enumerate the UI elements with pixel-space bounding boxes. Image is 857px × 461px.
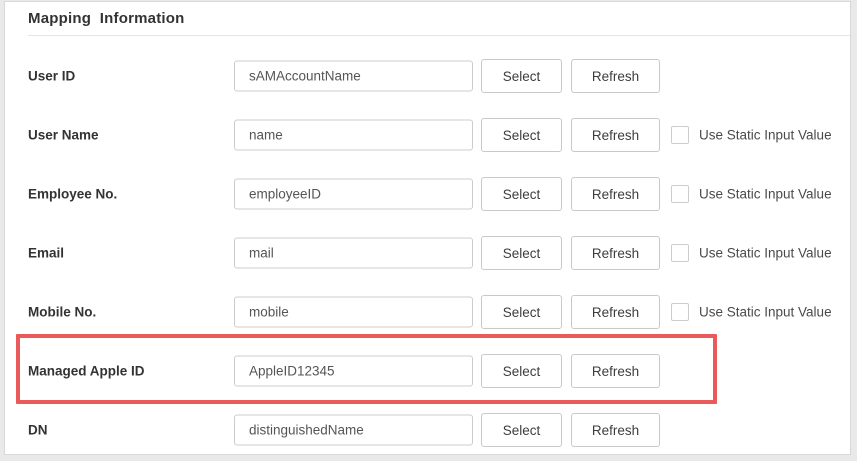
select-button[interactable]: Select — [481, 354, 562, 388]
use-static-input-checkbox[interactable] — [671, 244, 689, 262]
field-row-dn: DN Select Refresh — [5, 400, 850, 460]
user-id-label: User ID — [28, 68, 76, 84]
mobile-no-input[interactable] — [234, 296, 473, 328]
refresh-button[interactable]: Refresh — [571, 236, 660, 270]
field-row-email: Email Select Refresh Use Static Input Va… — [5, 223, 850, 283]
user-id-input[interactable] — [234, 60, 473, 92]
refresh-button[interactable]: Refresh — [571, 354, 660, 388]
user-name-label: User Name — [28, 127, 99, 143]
email-input[interactable] — [234, 237, 473, 269]
dn-label: DN — [28, 422, 48, 438]
employee-no-label: Employee No. — [28, 186, 118, 202]
title-divider — [28, 35, 850, 36]
select-button[interactable]: Select — [481, 177, 562, 211]
use-static-input-checkbox[interactable] — [671, 185, 689, 203]
use-static-input-label: Use Static Input Value — [699, 304, 832, 320]
refresh-button[interactable]: Refresh — [571, 177, 660, 211]
email-label: Email — [28, 245, 65, 261]
mobile-no-label: Mobile No. — [28, 304, 97, 320]
field-row-user-id: User ID Select Refresh — [5, 46, 850, 106]
mapping-information-panel: Mapping Information User ID Select Refre… — [4, 1, 851, 455]
page-title: Mapping Information — [28, 10, 185, 27]
use-static-input-label: Use Static Input Value — [699, 245, 832, 261]
use-static-input-checkbox[interactable] — [671, 303, 689, 321]
select-button[interactable]: Select — [481, 236, 562, 270]
refresh-button[interactable]: Refresh — [571, 413, 660, 447]
refresh-button[interactable]: Refresh — [571, 59, 660, 93]
dn-input[interactable] — [234, 414, 473, 446]
use-static-input-label: Use Static Input Value — [699, 186, 832, 202]
user-name-input[interactable] — [234, 119, 473, 151]
field-row-managed-apple-id: Managed Apple ID Select Refresh — [5, 341, 850, 401]
refresh-button[interactable]: Refresh — [571, 118, 660, 152]
select-button[interactable]: Select — [481, 118, 562, 152]
select-button[interactable]: Select — [481, 413, 562, 447]
use-static-input-checkbox[interactable] — [671, 126, 689, 144]
managed-apple-id-label: Managed Apple ID — [28, 363, 145, 379]
select-button[interactable]: Select — [481, 295, 562, 329]
employee-no-input[interactable] — [234, 178, 473, 210]
field-row-user-name: User Name Select Refresh Use Static Inpu… — [5, 105, 850, 165]
select-button[interactable]: Select — [481, 59, 562, 93]
use-static-input-label: Use Static Input Value — [699, 127, 832, 143]
field-row-employee-no: Employee No. Select Refresh Use Static I… — [5, 164, 850, 224]
field-row-mobile-no: Mobile No. Select Refresh Use Static Inp… — [5, 282, 850, 342]
refresh-button[interactable]: Refresh — [571, 295, 660, 329]
managed-apple-id-input[interactable] — [234, 355, 473, 387]
